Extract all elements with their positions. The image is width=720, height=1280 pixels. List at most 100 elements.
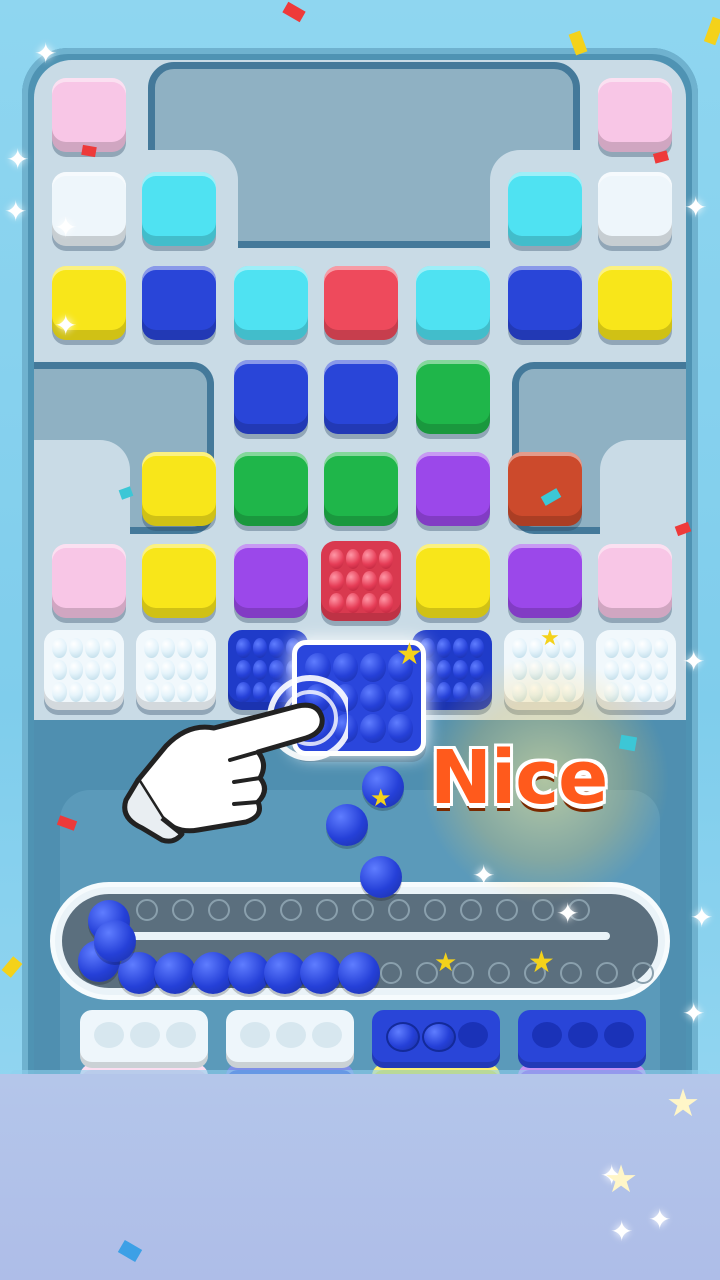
tile-ball (52, 660, 67, 680)
tile-green[interactable] (234, 452, 308, 526)
bin-hole (240, 1022, 270, 1048)
tile-ball (360, 714, 386, 743)
tile-ball (85, 660, 100, 680)
tile-ball (360, 653, 386, 682)
track-ball (300, 952, 342, 994)
tile-ball (453, 638, 468, 658)
bin-holder (372, 1010, 500, 1068)
star-icon: ★ (396, 637, 423, 672)
bin-hole (166, 1022, 196, 1048)
bin-hole (568, 1022, 598, 1048)
bin-ball (386, 1022, 420, 1052)
tile-ball (378, 593, 393, 613)
sparkle-icon: ✦ (690, 901, 714, 934)
track-slot (560, 962, 582, 984)
tile-ball (469, 638, 484, 658)
ball-tile-red[interactable] (321, 541, 401, 621)
tile-ball (436, 638, 451, 658)
star-icon: ★ (604, 1157, 639, 1201)
tile-ball (160, 638, 175, 658)
tile-ball (362, 571, 377, 591)
tile-ball (653, 638, 668, 658)
star-icon: ★ (434, 948, 458, 978)
tile-pink[interactable] (598, 78, 672, 152)
tile-white[interactable] (598, 172, 672, 246)
tile-yellow[interactable] (416, 544, 490, 618)
tile-ball (144, 638, 159, 658)
track-slot (632, 962, 654, 984)
star-icon: ★ (528, 945, 555, 980)
sparkle-icon: ✦ (682, 997, 706, 1030)
bin-hole (94, 1022, 124, 1048)
track-slot (496, 899, 518, 921)
track-slot (352, 899, 374, 921)
tile-cyan[interactable] (234, 266, 308, 340)
tile-ball (85, 638, 100, 658)
sparkle-icon: ✦ (4, 195, 28, 228)
tile-ball (252, 638, 267, 658)
ball-tile-white[interactable] (44, 630, 124, 710)
bin-holder (226, 1010, 354, 1068)
tile-purple[interactable] (508, 544, 582, 618)
sparkle-icon: ✦ (54, 309, 78, 342)
tile-orange[interactable] (508, 452, 582, 526)
tile-ball (387, 714, 413, 743)
tile-ball (653, 660, 668, 680)
tile-ball (68, 660, 83, 680)
track-slot (596, 962, 618, 984)
track-slot (460, 899, 482, 921)
confetti-piece (703, 16, 720, 46)
tile-blue[interactable] (508, 266, 582, 340)
tile-blue[interactable] (324, 360, 398, 434)
tile-purple[interactable] (234, 544, 308, 618)
tile-ball (193, 638, 208, 658)
track-slot (380, 962, 402, 984)
confetti-piece (282, 1, 306, 23)
bin-hole (276, 1022, 306, 1048)
track-ball (94, 920, 136, 962)
tile-ball (360, 683, 386, 713)
bin-hole (130, 1022, 160, 1048)
tile-ball (512, 638, 527, 658)
sparkle-icon: ✦ (648, 1203, 672, 1236)
track-slot (136, 899, 158, 921)
tile-ball (101, 638, 116, 658)
tile-yellow[interactable] (142, 452, 216, 526)
tile-yellow[interactable] (598, 266, 672, 340)
track-slot (388, 899, 410, 921)
bin-holder (80, 1010, 208, 1068)
tile-ball (269, 638, 284, 658)
tile-cyan[interactable] (508, 172, 582, 246)
confetti-piece (618, 734, 638, 752)
tile-yellow[interactable] (142, 544, 216, 618)
tile-pink[interactable] (598, 544, 672, 618)
tile-cyan[interactable] (142, 172, 216, 246)
bin-hole (532, 1022, 562, 1048)
tile-green[interactable] (324, 452, 398, 526)
tile-blue[interactable] (234, 360, 308, 434)
tile-pink[interactable] (52, 544, 126, 618)
tile-purple[interactable] (416, 452, 490, 526)
tile-ball (604, 638, 619, 658)
track-slot (280, 899, 302, 921)
tile-cyan[interactable] (416, 266, 490, 340)
track-slot (244, 899, 266, 921)
tile-ball (101, 660, 116, 680)
tile-pink[interactable] (52, 78, 126, 152)
wall-cut (34, 440, 130, 560)
bin-holder (518, 1010, 646, 1068)
sparkle-icon: ✦ (472, 859, 496, 892)
wall-cut (600, 440, 686, 560)
tile-ball (620, 638, 635, 658)
tile-blue[interactable] (142, 266, 216, 340)
tile-green[interactable] (416, 360, 490, 434)
track-ball (338, 952, 380, 994)
nice-banner: Nice (430, 735, 608, 821)
tile-ball (52, 682, 67, 702)
sparkle-icon: ✦ (34, 37, 58, 70)
tile-ball (637, 660, 652, 680)
tile-ball (345, 571, 360, 591)
tile-ball (362, 593, 377, 613)
tile-ball (329, 571, 344, 591)
tile-red[interactable] (324, 266, 398, 340)
